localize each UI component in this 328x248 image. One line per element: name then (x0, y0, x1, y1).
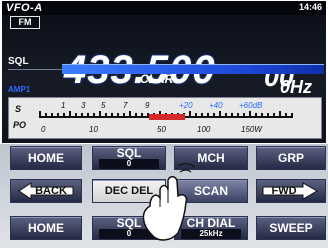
ch-dial-button[interactable]: CH DIAL 25kHz (174, 216, 248, 240)
meter-scale-graphic: S PO 1 3 5 7 9 +20 +40 +60dB 0 10 50 100 150W (13, 101, 293, 134)
meter-tick (129, 111, 131, 118)
ch-dial-step: 25kHz (181, 229, 241, 239)
frequency-underline-bar (62, 64, 324, 74)
vfo-label[interactable]: VFO-A (6, 2, 43, 14)
meter-tick (225, 113, 227, 118)
sql-button[interactable]: SQL 0 (92, 146, 166, 170)
vfo-display: VFO-A 14:46 FM SQL 433.500 00 CLAR 0Hz A… (2, 1, 326, 143)
po-scale-label: 10 (89, 125, 98, 134)
meter-tick (195, 113, 197, 118)
meter-tick (111, 113, 113, 118)
fwd-button-label: FWD (271, 185, 297, 197)
dec-del-button[interactable]: DEC DEL (92, 179, 166, 203)
back-button[interactable]: BACK (10, 179, 82, 203)
meter-tick (201, 113, 203, 118)
meter-tick (141, 113, 143, 118)
ch-dial-label: CH DIAL (186, 216, 236, 230)
meter-tick (135, 113, 137, 118)
sql-button-2-label: SQL (116, 216, 142, 230)
po-scale-label: 150W (241, 125, 263, 134)
s-scale-label: +40 (209, 101, 223, 110)
s-scale-label: +20 (179, 101, 193, 110)
meter-tick (69, 111, 71, 118)
po-scale-label: 0 (41, 125, 46, 134)
home-button[interactable]: HOME (10, 146, 82, 170)
s-scale-label: 5 (101, 101, 106, 110)
po-scale-label: 100 (197, 125, 211, 134)
sql-button-label: SQL (116, 146, 142, 160)
meter-tick (249, 111, 251, 118)
meter-tick (147, 113, 149, 118)
amp-label: AMP1 (8, 85, 31, 94)
radio-display-screen: VFO-A 14:46 FM SQL 433.500 00 CLAR 0Hz A… (0, 0, 328, 248)
s-scale-label: 9 (145, 101, 150, 110)
soft-key-panel: HOME SQL 0 MCH GRP BACK DEC DEL SCAN FWD… (0, 144, 328, 248)
meter-tick (93, 113, 95, 118)
mch-button[interactable]: MCH (174, 146, 248, 170)
back-button-label: BACK (35, 185, 67, 197)
meter-tick (87, 113, 89, 118)
s-scale-label: 3 (81, 101, 86, 110)
scan-button[interactable]: SCAN (174, 179, 248, 203)
meter-tick (189, 111, 191, 118)
meter-tick (105, 113, 107, 118)
sql-button-2-value: 0 (99, 229, 159, 239)
meter-tick (255, 113, 257, 118)
meter-tick (99, 111, 101, 118)
po-scale-label: 50 (157, 125, 166, 134)
sql-button-value: 0 (99, 159, 159, 169)
meter-tick (279, 111, 281, 118)
meter-tick (39, 111, 41, 118)
s-scale-label: 1 (61, 101, 65, 110)
sweep-button[interactable]: SWEEP (256, 216, 326, 240)
meter-tick (117, 113, 119, 118)
s-scale-label: +60dB (239, 101, 263, 110)
meter-tick (51, 113, 53, 118)
s-scale-label: 7 (123, 101, 128, 110)
top-bar (2, 1, 326, 15)
meter-tick (273, 113, 275, 118)
meter-tick (57, 113, 59, 118)
meter-tick (261, 113, 263, 118)
clar-value: 0Hz (279, 77, 312, 97)
s-label: S (15, 104, 21, 114)
meter-tick (123, 113, 125, 118)
signal-power-meter: S PO 1 3 5 7 9 +20 +40 +60dB 0 10 50 100 150W (8, 97, 322, 139)
grp-button[interactable]: GRP (256, 146, 326, 170)
meter-tick (237, 113, 239, 118)
meter-tick (285, 113, 287, 118)
po-label: PO (13, 120, 26, 130)
meter-tick (291, 113, 293, 118)
meter-tick (231, 113, 233, 118)
meter-tick (243, 113, 245, 118)
meter-tick (45, 113, 47, 118)
home-button-2[interactable]: HOME (10, 216, 82, 240)
clock: 14:46 (298, 2, 322, 12)
meter-tick (75, 113, 77, 118)
meter-tick (207, 113, 209, 118)
meter-red-segment (149, 114, 185, 120)
meter-tick (213, 113, 215, 118)
clar-label: CLAR (140, 72, 174, 86)
meter-tick (81, 113, 83, 118)
meter-tick (63, 113, 65, 118)
meter-tick (219, 111, 221, 118)
meter-tick (267, 113, 269, 118)
sql-button-2[interactable]: SQL 0 (92, 216, 166, 240)
fwd-button[interactable]: FWD (256, 179, 326, 203)
